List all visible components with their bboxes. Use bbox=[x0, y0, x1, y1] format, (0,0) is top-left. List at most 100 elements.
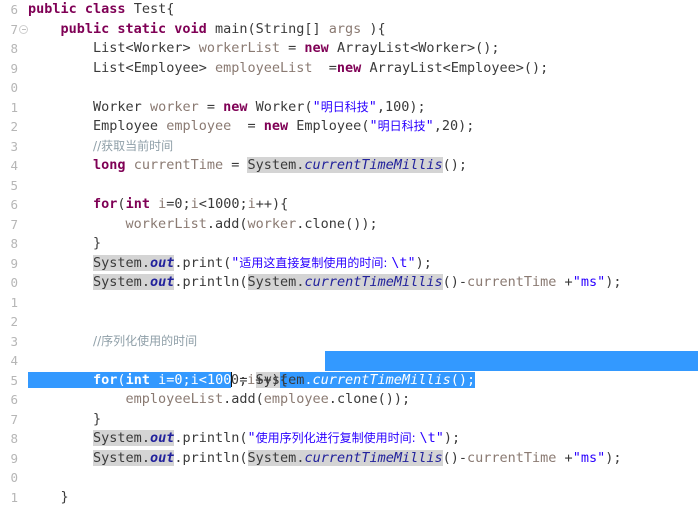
token-number: 20 bbox=[441, 118, 459, 134]
code-line-blank[interactable] bbox=[28, 176, 698, 196]
gutter-row[interactable]: 7 bbox=[0, 215, 28, 235]
token-type: ArrayList bbox=[336, 40, 411, 56]
token-keyword: public bbox=[28, 1, 77, 17]
gutter-row[interactable]: 3 bbox=[0, 332, 28, 352]
line-number: 7 bbox=[10, 411, 18, 427]
occurrence-highlight: System.out bbox=[93, 430, 175, 446]
code-line-blank[interactable] bbox=[28, 293, 698, 313]
gutter-row[interactable]: 6 bbox=[0, 0, 28, 20]
token-local-var: employeeList bbox=[214, 59, 313, 76]
code-line[interactable]: employeeList.add(employee.clone()); bbox=[28, 390, 698, 410]
token-string: "ms" bbox=[572, 449, 606, 466]
line-number: 6 bbox=[10, 2, 18, 17]
line-number: 6 bbox=[10, 392, 18, 407]
token-type: Employee bbox=[93, 118, 159, 134]
gutter-row[interactable]: 0 bbox=[0, 468, 28, 488]
token-string: "适用这直接复制使用的时间: \t" bbox=[231, 254, 416, 271]
fold-collapse-icon[interactable] bbox=[19, 24, 28, 34]
token-static-field: out bbox=[149, 254, 175, 271]
code-line[interactable]: Employee employee = new Employee("明日科技",… bbox=[28, 117, 698, 137]
code-editor[interactable]: 6 7 8 9 0 1 2 3 4 5 6 7 8 9 0 1 2 3 4 5 … bbox=[0, 0, 698, 509]
token-comment: //序列化使用的时间 bbox=[93, 333, 198, 348]
token-type: Employee bbox=[133, 59, 199, 76]
occurrence-highlight: System.out bbox=[93, 449, 175, 466]
code-line[interactable]: long currentTime = System.currentTimeMil… bbox=[28, 156, 698, 176]
code-line[interactable]: for(int i=0;i<1000;i++){ bbox=[28, 195, 698, 215]
gutter-row[interactable]: 1 bbox=[0, 98, 28, 118]
gutter-row[interactable]: 5 bbox=[0, 371, 28, 391]
line-number: 1 bbox=[10, 489, 18, 505]
occurrence-highlight: System.out bbox=[93, 254, 175, 271]
code-line[interactable]: List<Worker> workerList = new ArrayList<… bbox=[28, 39, 698, 59]
code-line[interactable]: List<Employee> employeeList =new ArrayLi… bbox=[28, 59, 698, 79]
code-line[interactable]: System.out.print("适用这直接复制使用的时间: \t"); bbox=[28, 254, 698, 274]
gutter-row[interactable]: 7 bbox=[0, 410, 28, 430]
token-type: ArrayList bbox=[369, 59, 443, 76]
code-line-blank[interactable] bbox=[28, 468, 698, 488]
code-line-selected[interactable]: currentTime = System.currentTimeMillis()… bbox=[28, 351, 698, 388]
gutter-row[interactable]: 7 bbox=[0, 20, 28, 40]
gutter-row[interactable]: 8 bbox=[0, 429, 28, 449]
line-number: 2 bbox=[10, 314, 18, 329]
gutter-row[interactable]: 4 bbox=[0, 351, 28, 371]
gutter-row[interactable]: 1 bbox=[0, 488, 28, 508]
code-line-selected[interactable]: for(int i=0;i<1000;i++){ bbox=[28, 371, 698, 391]
code-line[interactable]: Worker worker = new Worker("明日科技",100); bbox=[28, 98, 698, 118]
occurrence-highlight: System.currentTimeMillis bbox=[247, 274, 443, 290]
gutter-row[interactable]: 1 bbox=[0, 293, 28, 313]
token-local-var: args bbox=[328, 20, 362, 37]
token-keyword: public static void bbox=[60, 20, 207, 37]
token-keyword: for bbox=[93, 371, 118, 388]
line-number-gutter[interactable]: 6 7 8 9 0 1 2 3 4 5 6 7 8 9 0 1 2 3 4 5 … bbox=[0, 0, 28, 509]
gutter-row[interactable]: 6 bbox=[0, 390, 28, 410]
gutter-row[interactable]: 2 bbox=[0, 117, 28, 137]
gutter-row[interactable]: 2 bbox=[0, 312, 28, 332]
line-number: 9 bbox=[10, 255, 18, 271]
code-line[interactable]: System.out.println("使用序列化进行复制使用时间: \t"); bbox=[28, 429, 698, 449]
gutter-row[interactable]: 5 bbox=[0, 176, 28, 196]
token-local-var: currentTime bbox=[133, 157, 224, 173]
token-keyword: new bbox=[336, 59, 362, 76]
token-comment: //获取当前时间 bbox=[93, 138, 174, 153]
token-type: List bbox=[93, 40, 126, 56]
token-type: Worker bbox=[93, 98, 142, 115]
code-line[interactable]: System.out.println(System.currentTimeMil… bbox=[28, 273, 698, 293]
line-number: 8 bbox=[10, 236, 18, 251]
line-number: 5 bbox=[10, 177, 18, 193]
token-keyword: new bbox=[263, 118, 289, 134]
line-number: 0 bbox=[10, 275, 18, 290]
code-content[interactable]: public class Test{ public static void ma… bbox=[28, 0, 698, 509]
gutter-row[interactable]: 9 bbox=[0, 254, 28, 274]
line-number: 0 bbox=[10, 470, 18, 485]
code-line-blank[interactable] bbox=[28, 312, 698, 332]
gutter-row[interactable]: 6 bbox=[0, 195, 28, 215]
code-line[interactable]: } bbox=[28, 488, 698, 508]
gutter-row[interactable]: 8 bbox=[0, 234, 28, 254]
code-line[interactable]: public class Test{ bbox=[28, 0, 698, 20]
line-number: 6 bbox=[10, 197, 18, 212]
line-number: 2 bbox=[10, 119, 18, 134]
code-line[interactable]: //获取当前时间 bbox=[28, 137, 698, 157]
token-method: println bbox=[182, 274, 240, 290]
gutter-row[interactable]: 8 bbox=[0, 39, 28, 59]
gutter-row[interactable]: 3 bbox=[0, 137, 28, 157]
token-type: Test{ bbox=[125, 1, 175, 17]
code-line[interactable]: //序列化使用的时间 bbox=[28, 332, 698, 352]
gutter-row[interactable]: 9 bbox=[0, 59, 28, 79]
code-line[interactable]: System.out.println(System.currentTimeMil… bbox=[28, 449, 698, 469]
code-line[interactable]: workerList.add(worker.clone()); bbox=[28, 215, 698, 235]
gutter-row[interactable]: 0 bbox=[0, 78, 28, 98]
selected-text: for(int i=0;i<100 bbox=[28, 371, 232, 388]
token-string: "使用序列化进行复制使用时间: \t" bbox=[247, 430, 444, 446]
gutter-row[interactable]: 0 bbox=[0, 273, 28, 293]
selection-fill bbox=[325, 351, 698, 371]
line-number: 7 bbox=[10, 216, 18, 232]
token-type: Employee bbox=[296, 118, 362, 134]
token-method: add bbox=[231, 391, 256, 407]
code-line[interactable]: public static void main(String[] args ){ bbox=[28, 20, 698, 40]
code-line[interactable]: } bbox=[28, 234, 698, 254]
code-line[interactable]: } bbox=[28, 410, 698, 430]
code-line-blank[interactable] bbox=[28, 78, 698, 98]
gutter-row[interactable]: 4 bbox=[0, 156, 28, 176]
gutter-row[interactable]: 9 bbox=[0, 449, 28, 469]
